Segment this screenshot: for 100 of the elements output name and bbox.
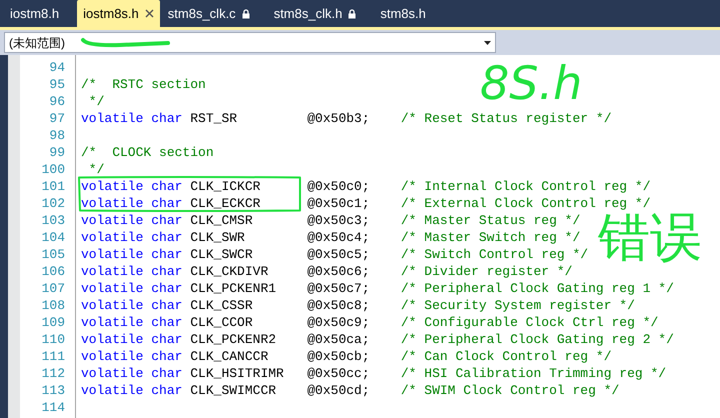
keyword: char	[151, 110, 182, 127]
identifier: CLK_PCKENR2	[190, 331, 278, 348]
line-number: 105	[42, 247, 65, 262]
line-number: 109	[42, 315, 65, 330]
identifier: CLK_ICKCR	[190, 178, 262, 195]
file-tab[interactable]: iostm8s.h	[77, 0, 160, 27]
keyword: char	[151, 297, 182, 314]
file-tab[interactable]: stm8s_clk.c	[162, 0, 256, 27]
file-tab[interactable]: stm8s_clk.h	[268, 0, 362, 27]
keyword: volatile	[81, 314, 144, 331]
code-comment: /* Can Clock Control reg */	[400, 348, 612, 365]
keyword: char	[151, 382, 182, 399]
code-comment: /* External Clock Control reg */	[400, 195, 650, 212]
keyword: char	[151, 229, 182, 246]
keyword: char	[151, 212, 182, 229]
scope-dropdown[interactable]: (未知范围)	[4, 32, 496, 53]
code-comment: /* CLOCK section	[81, 144, 214, 161]
keyword: volatile	[81, 110, 144, 127]
line-number: 98	[49, 128, 65, 143]
line-number: 96	[49, 94, 65, 109]
handwritten-note: 8S.h	[480, 60, 582, 106]
code-comment: /* Internal Clock Control reg */	[400, 178, 650, 195]
code-comment: /* Configurable Clock Ctrl reg */	[400, 314, 658, 331]
handwritten-note: 错误	[598, 212, 702, 264]
keyword: char	[151, 246, 182, 263]
register-address: @0x50c1;	[307, 195, 370, 212]
line-number: 95	[49, 77, 65, 92]
keyword: volatile	[81, 331, 144, 348]
file-tab[interactable]: iostm8.h	[4, 0, 66, 27]
keyword: char	[151, 280, 182, 297]
code-comment: /* Switch Control reg */	[400, 246, 588, 263]
keyword: char	[151, 178, 182, 195]
register-address: @0x50c5;	[307, 246, 370, 263]
register-address: @0x50c0;	[307, 178, 370, 195]
line-number: 113	[42, 383, 65, 398]
line-number: 97	[49, 111, 65, 126]
line-number: 100	[42, 162, 65, 177]
line-number: 101	[42, 179, 65, 194]
line-number: 104	[42, 230, 65, 245]
register-address: @0x50c4;	[307, 229, 370, 246]
keyword: char	[151, 314, 182, 331]
keyword: volatile	[81, 178, 144, 195]
identifier: CLK_PCKENR1	[190, 280, 278, 297]
line-number: 94	[49, 60, 65, 75]
keyword: volatile	[81, 348, 144, 365]
file-tab[interactable]: stm8s.h	[374, 0, 432, 27]
keyword: volatile	[81, 229, 144, 246]
code-comment: */	[88, 161, 104, 178]
code-comment: /* Peripheral Clock Gating reg 1 */	[400, 280, 674, 297]
keyword: volatile	[81, 382, 144, 399]
keyword: volatile	[81, 212, 144, 229]
identifier: CLK_CSSR	[190, 297, 254, 314]
keyword: volatile	[81, 195, 144, 212]
keyword: volatile	[81, 297, 144, 314]
register-address: @0x50c3;	[307, 212, 370, 229]
line-number: 114	[42, 400, 65, 415]
register-address: @0x50c6;	[307, 263, 370, 280]
code-comment: */	[88, 93, 104, 110]
keyword: char	[151, 348, 182, 365]
close-icon[interactable]	[144, 9, 154, 18]
identifier: CLK_ECKCR	[190, 195, 262, 212]
register-address: @0x50c8;	[307, 297, 370, 314]
keyword: char	[151, 195, 182, 212]
line-number: 108	[42, 298, 65, 313]
register-address: @0x50cc;	[307, 365, 370, 382]
code-comment: /* Security System register */	[400, 297, 635, 314]
keyword: volatile	[81, 280, 144, 297]
keyword: volatile	[81, 263, 144, 280]
code-comment: /* Reset Status register */	[400, 110, 612, 127]
code-comment: /* Master Switch reg */	[400, 229, 580, 246]
line-number: 107	[42, 281, 65, 296]
register-address: @0x50cb;	[307, 348, 370, 365]
keyword: volatile	[81, 246, 144, 263]
line-number: 111	[42, 349, 65, 364]
code-comment: /* HSI Calibration Trimming reg */	[400, 365, 666, 382]
line-number: 103	[42, 213, 65, 228]
scope-text: (未知范围)	[9, 34, 65, 52]
code-comment: /* Divider register */	[400, 263, 572, 280]
code-comment: /* SWIM Clock Control reg */	[400, 382, 620, 399]
code-comment: /* Peripheral Clock Gating reg 2 */	[400, 331, 674, 348]
register-address: @0x50c9;	[307, 314, 370, 331]
identifier: RST_SR	[190, 110, 238, 127]
keyword: volatile	[81, 365, 144, 382]
line-number: 112	[42, 366, 65, 381]
identifier: CLK_SWIMCCR	[190, 382, 278, 399]
identifier: CLK_CKDIVR	[190, 263, 270, 280]
keyword: char	[151, 365, 182, 382]
identifier: CLK_SWR	[190, 229, 246, 246]
register-address: @0x50ca;	[307, 331, 370, 348]
identifier: CLK_CMSR	[190, 212, 254, 229]
register-address: @0x50c7;	[307, 280, 370, 297]
identifier: CLK_SWCR	[190, 246, 254, 263]
line-number: 106	[42, 264, 65, 279]
register-address: @0x50cd;	[307, 382, 370, 399]
code-comment: /* Master Status reg */	[400, 212, 580, 229]
code-comment: /* RSTC section	[81, 76, 206, 93]
line-number: 99	[49, 145, 65, 160]
line-number: 102	[42, 196, 65, 211]
identifier: CLK_CCOR	[190, 314, 254, 331]
register-address: @0x50b3;	[307, 110, 370, 127]
